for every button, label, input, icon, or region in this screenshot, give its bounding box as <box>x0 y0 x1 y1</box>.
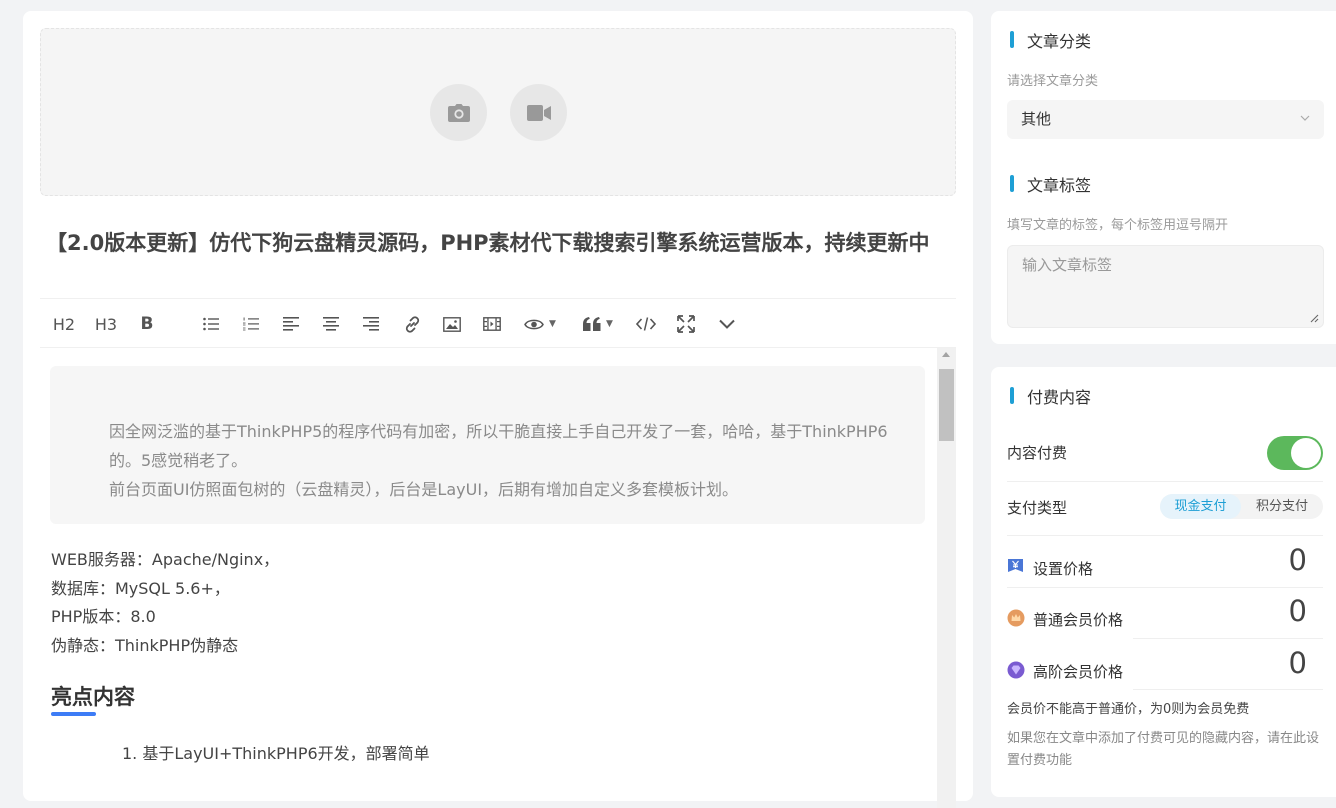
chevron-down-icon <box>719 319 735 329</box>
upload-video-button[interactable] <box>510 84 567 141</box>
tags-placeholder: 输入文章标签 <box>1022 256 1113 274</box>
bullet-list-button[interactable] <box>200 299 222 349</box>
category-select[interactable]: 其他 <box>1007 100 1324 139</box>
category-section-title: 文章分类 <box>1009 28 1091 52</box>
fullscreen-icon <box>677 315 695 333</box>
article-title[interactable]: 【2.0版本更新】仿代下狗云盘精灵源码，PHP素材代下载搜索引擎系统运营版本，持… <box>46 227 946 259</box>
align-right-button[interactable] <box>360 299 382 349</box>
paytype-label: 支付类型 <box>1007 499 1068 517</box>
price-label: 普通会员价格 <box>1033 611 1124 629</box>
resize-grip-icon[interactable] <box>1309 313 1319 323</box>
price-row: 设置价格 0 <box>1007 543 1323 587</box>
quote-line: 前台页面UI仿照面包树的（云盘精灵），后台是LayUI，后期有增加自定义多套模板… <box>109 480 739 499</box>
preview-dropdown[interactable]: ▼ <box>518 299 562 349</box>
paid-toggle-label: 内容付费 <box>1007 444 1068 462</box>
body-line: 数据库：MySQL 5.6+， <box>51 578 230 598</box>
h2-button[interactable]: H2 <box>48 299 80 349</box>
h3-button[interactable]: H3 <box>90 299 122 349</box>
image-icon <box>443 316 461 332</box>
body-line: PHP版本：8.0 <box>51 607 156 626</box>
category-selected-value: 其他 <box>1021 110 1052 128</box>
divider <box>1133 638 1323 639</box>
price-input[interactable]: 0 <box>1289 543 1307 577</box>
tags-section-title: 文章标签 <box>1009 172 1091 196</box>
editor-toolbar: H2 H3 B ▼ ▼ <box>40 298 956 348</box>
quote-icon <box>583 317 601 331</box>
chevron-down-icon <box>1300 115 1310 121</box>
align-right-icon <box>363 317 379 331</box>
ordered-list-button[interactable] <box>240 299 262 349</box>
crown-badge-icon <box>1007 609 1025 627</box>
video-camera-icon <box>526 104 551 121</box>
fullscreen-button[interactable] <box>674 299 698 349</box>
price-row: 普通会员价格 0 <box>1007 594 1323 638</box>
code-icon <box>636 317 656 331</box>
upload-photo-button[interactable] <box>430 84 487 141</box>
align-left-icon <box>283 317 299 331</box>
ordered-list-icon <box>243 317 259 331</box>
paytype-points-option[interactable]: 积分支付 <box>1241 494 1323 519</box>
price-row: 高阶会员价格 0 <box>1007 646 1323 690</box>
insert-video-button[interactable] <box>480 299 504 349</box>
list-item: 1. 基于LayUI+ThinkPHP6开发，部署简单 <box>122 744 430 763</box>
code-button[interactable] <box>634 299 658 349</box>
link-icon <box>405 315 419 333</box>
price-input[interactable]: 0 <box>1289 594 1307 628</box>
paytype-switch: 现金支付 积分支付 <box>1160 494 1323 519</box>
caret-icon: ▼ <box>606 319 613 329</box>
align-center-button[interactable] <box>320 299 342 349</box>
bold-button[interactable]: B <box>136 299 158 349</box>
yen-ticket-icon <box>1008 559 1023 572</box>
price-label: 设置价格 <box>1033 560 1094 578</box>
paytype-cash-option[interactable]: 现金支付 <box>1160 494 1241 519</box>
editor-card: 【2.0版本更新】仿代下狗云盘精灵源码，PHP素材代下载搜索引擎系统运营版本，持… <box>23 11 973 808</box>
bullet-list-icon <box>203 317 219 331</box>
diamond-badge-icon <box>1007 661 1025 679</box>
quote-line: 因全网泛滥的基于ThinkPHP5的程序代码有加密，所以干脆直接上手自己开发了一… <box>109 422 888 470</box>
category-hint: 请选择文章分类 <box>1007 74 1099 89</box>
caret-icon: ▼ <box>549 319 556 329</box>
tags-hint: 填写文章的标签，每个标签用逗号隔开 <box>1007 218 1229 233</box>
scroll-up-arrow-icon[interactable] <box>942 352 950 357</box>
paid-content-card: 付费内容 内容付费 支付类型 现金支付 积分支付 设置价格 0 普通会员价格 0… <box>991 367 1336 797</box>
toggle-knob <box>1291 438 1321 468</box>
more-toolbar-button[interactable] <box>715 299 739 349</box>
body-line: WEB服务器：Apache/Nginx， <box>51 550 280 569</box>
camera-icon <box>447 103 470 122</box>
eye-icon <box>524 319 544 329</box>
content-heading: 亮点内容 <box>51 685 135 709</box>
divider <box>1133 689 1323 690</box>
video-icon <box>483 317 501 331</box>
body-text: WEB服务器：Apache/Nginx， 数据库：MySQL 5.6+， PHP… <box>51 546 279 660</box>
body-line: 伪静态：ThinkPHP伪静态 <box>51 635 239 655</box>
scroll-thumb[interactable] <box>939 369 954 441</box>
align-left-button[interactable] <box>280 299 302 349</box>
link-button[interactable] <box>400 299 424 349</box>
category-tags-card: 文章分类 请选择文章分类 其他 文章标签 填写文章的标签，每个标签用逗号隔开 输… <box>991 11 1336 344</box>
member-price-note: 会员价不能高于普通价，为0则为会员免费 <box>1007 702 1250 717</box>
paid-content-toggle[interactable] <box>1267 436 1323 470</box>
blockquote: 因全网泛滥的基于ThinkPHP5的程序代码有加密，所以干脆直接上手自己开发了一… <box>50 366 925 524</box>
price-label: 高阶会员价格 <box>1033 663 1124 681</box>
price-input[interactable]: 0 <box>1289 646 1307 680</box>
tags-input[interactable]: 输入文章标签 <box>1007 245 1324 328</box>
paid-content-note: 如果您在文章中添加了付费可见的隐藏内容，请在此设置付费功能 <box>1007 731 1320 768</box>
cover-upload-area[interactable] <box>40 28 956 196</box>
quote-dropdown[interactable]: ▼ <box>576 299 620 349</box>
paid-section-title: 付费内容 <box>1009 384 1091 408</box>
insert-image-button[interactable] <box>440 299 464 349</box>
editor-content[interactable]: 因全网泛滥的基于ThinkPHP5的程序代码有加密，所以干脆直接上手自己开发了一… <box>40 348 937 808</box>
divider <box>1007 535 1323 536</box>
divider <box>1007 481 1323 482</box>
divider <box>1007 587 1323 588</box>
align-center-icon <box>323 317 339 331</box>
editor-scrollbar[interactable] <box>937 348 956 808</box>
heading-underline <box>51 712 96 716</box>
